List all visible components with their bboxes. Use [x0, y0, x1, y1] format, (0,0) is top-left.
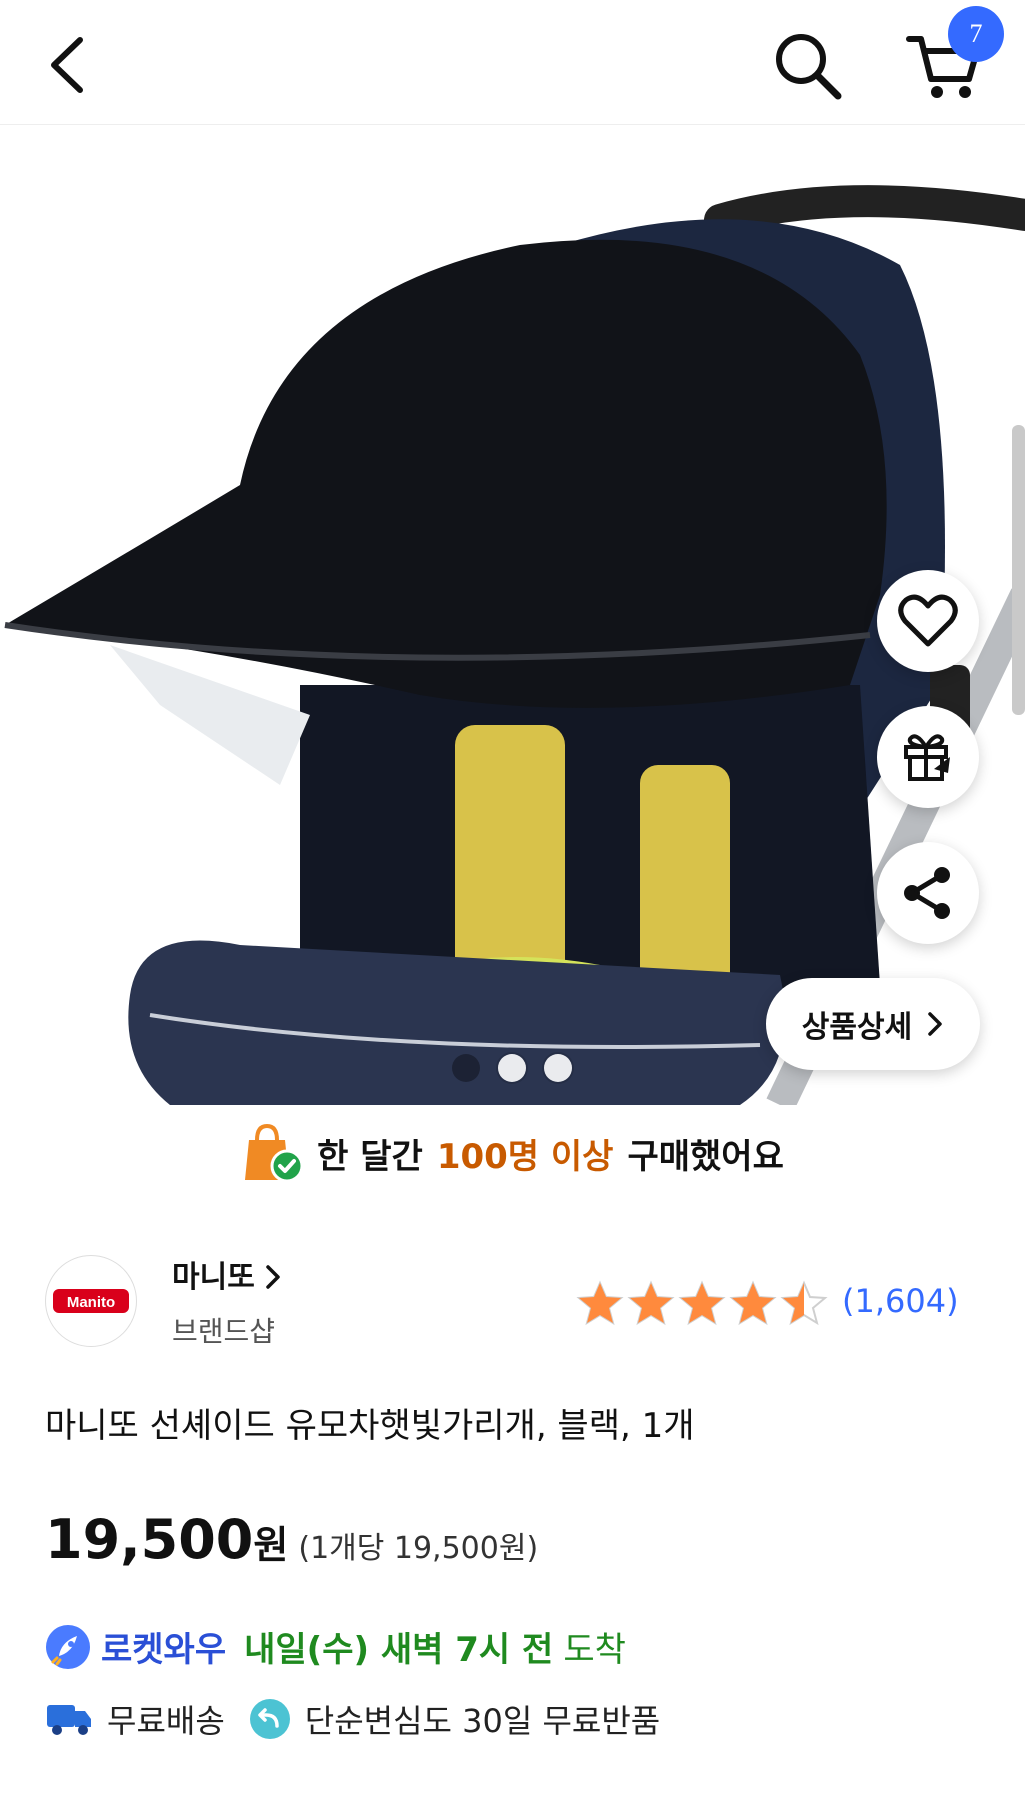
free-return-label: 단순변심도 30일 무료반품 [304, 1702, 661, 1740]
brand-shop-link[interactable]: 마니또 [172, 1252, 281, 1296]
purchase-prefix: 한 달간 [317, 1136, 423, 1177]
return-arrow-icon [249, 1699, 290, 1739]
gallery-scrollbar[interactable] [1012, 425, 1025, 715]
delivery-arrive: 도착 [563, 1630, 626, 1670]
rocket-icon [46, 1624, 90, 1669]
star-icon [678, 1280, 726, 1326]
manito-logo: Manito [53, 1289, 129, 1313]
price-block: 19,500 원 (1개당 19,500원) [45, 1508, 538, 1571]
unit-price: (1개당 19,500원) [298, 1531, 539, 1566]
search-icon [776, 34, 842, 100]
gift-button[interactable] [877, 706, 979, 808]
back-arrow-icon [51, 37, 83, 93]
product-detail-label: 상품상세 [801, 1010, 913, 1045]
cart-count-badge: 7 [948, 6, 1004, 62]
price-currency: 원 [253, 1523, 289, 1567]
share-button[interactable] [877, 842, 979, 944]
purchase-highlight: 100명 이상 [436, 1136, 614, 1177]
review-count-link[interactable]: (1,604) [842, 1282, 959, 1320]
star-icon [729, 1280, 777, 1326]
shopping-bag-check-icon [245, 1123, 304, 1183]
logo-text: Manito [67, 1294, 115, 1311]
chevron-right-icon [266, 1265, 281, 1289]
shipping-return-info: 무료배송 단순변심도 30일 무료반품 [45, 1696, 660, 1742]
free-shipping-label: 무료배송 [107, 1702, 225, 1740]
purchase-count-banner: 한 달간 100명 이상 구매했어요 [0, 1118, 1025, 1188]
wishlist-button[interactable] [877, 570, 979, 672]
product-image [0, 125, 1025, 1105]
delivery-date: 내일(수) 새벽 7시 전 [244, 1630, 554, 1670]
star-icon [627, 1280, 675, 1326]
gift-rocket-icon [904, 734, 950, 781]
purchase-suffix: 구매했어요 [627, 1136, 784, 1177]
search-button[interactable] [770, 28, 845, 103]
share-icon [904, 867, 950, 919]
product-detail-button[interactable]: 상품상세 [766, 978, 980, 1070]
star-icon [780, 1280, 828, 1326]
rating-stars[interactable] [576, 1280, 828, 1326]
top-header: 7 [0, 0, 1025, 125]
rocket-wow-label: 로켓와우 [101, 1630, 227, 1670]
chevron-right-icon [928, 1012, 942, 1036]
brand-logo[interactable]: Manito [45, 1255, 137, 1347]
brand-name: 마니또 [172, 1260, 255, 1295]
price-amount: 19,500 [45, 1508, 254, 1571]
gallery-dot[interactable] [452, 1054, 480, 1082]
truck-icon [47, 1705, 91, 1735]
star-icon [576, 1280, 624, 1326]
back-button[interactable] [40, 30, 100, 100]
rocket-delivery-info: 로켓와우 내일(수) 새벽 7시 전 도착 [45, 1622, 626, 1671]
gallery-dot[interactable] [498, 1054, 526, 1082]
product-title: 마니또 선셰이드 유모차햇빛가리개, 블랙, 1개 [45, 1406, 695, 1446]
product-image-gallery[interactable] [0, 125, 1025, 1105]
brand-shop-label: 브랜드샵 [172, 1315, 276, 1348]
heart-icon [898, 594, 958, 647]
gallery-dot[interactable] [544, 1054, 572, 1082]
